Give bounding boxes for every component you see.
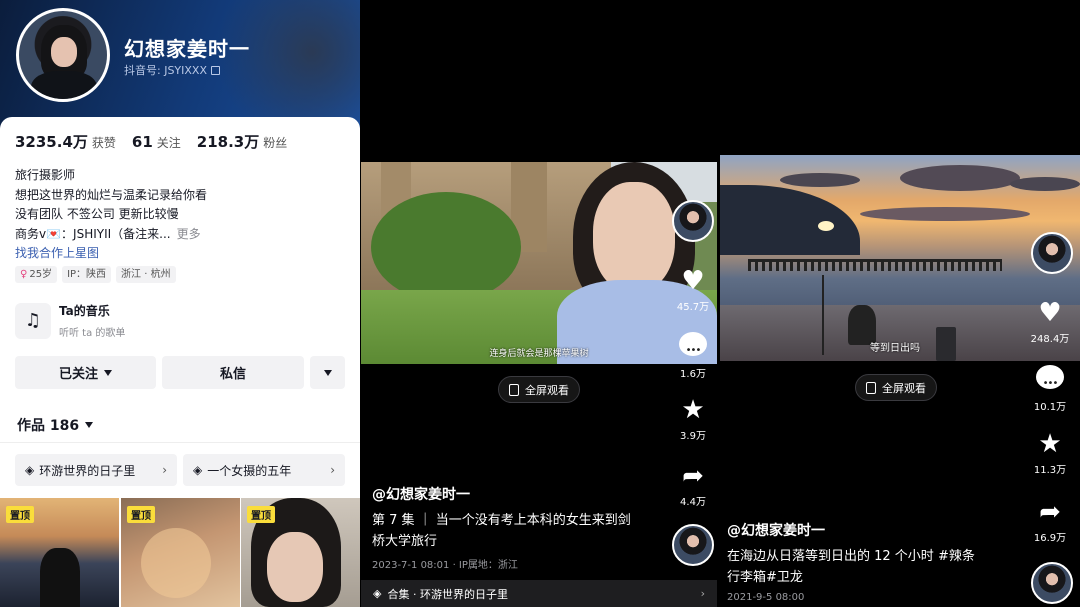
bio-line: 旅行摄影师 [15, 168, 76, 182]
douyin-id-text: 抖音号: JSYIXXX [124, 64, 207, 77]
video-subtitle: 等到日出吗 [870, 343, 920, 354]
collection-bar[interactable]: ◈ 合集 · 环游世界的日子里 › [361, 580, 717, 607]
music-subtitle: 听听 ta 的歌单 [59, 328, 126, 339]
collection-chip[interactable]: ◈ 环游世界的日子里 › [15, 454, 177, 486]
stat-likes[interactable]: 3235.4万 获赞 [15, 131, 116, 152]
caret-down-icon [85, 422, 94, 428]
star-icon: ★ [681, 395, 705, 425]
video-meta: 2021-9-5 08:00 [727, 592, 805, 603]
profile-avatar[interactable] [16, 8, 110, 102]
profile-stats: 3235.4万 获赞 61 关注 218.3万 粉丝 [15, 131, 303, 152]
layers-icon: ◈ [193, 463, 203, 477]
stat-following[interactable]: 61 关注 [132, 133, 181, 151]
pinned-badge: 置顶 [247, 506, 275, 523]
like-button[interactable]: ♥ 248.4万 [1020, 298, 1080, 345]
douyin-id: 抖音号: JSYIXXX [124, 62, 220, 78]
bio-more-link[interactable]: 更多 [177, 227, 201, 241]
caret-down-icon [104, 369, 112, 376]
author-avatar[interactable] [672, 200, 714, 242]
pinned-badge: 置顶 [6, 506, 34, 523]
music-note-icon: ♫ [15, 302, 51, 339]
comment-icon [1036, 365, 1064, 399]
share-arrow-icon: ➦ [682, 461, 704, 491]
copy-icon[interactable] [211, 66, 220, 75]
music-disc-avatar[interactable] [672, 524, 714, 566]
collection-chip[interactable]: ◈ 一个女摄的五年 › [183, 454, 345, 486]
layers-icon: ◈ [25, 463, 35, 477]
fullscreen-icon [866, 381, 876, 394]
bio-line: 没有团队 不签公司 更新比较慢 [15, 207, 179, 221]
more-options-button[interactable] [310, 356, 345, 389]
tag-age: ♀ 25岁 [15, 266, 58, 283]
divider [0, 442, 360, 443]
heart-icon: ♥ [681, 266, 705, 296]
like-button[interactable]: ♥ 45.7万 [663, 266, 723, 313]
profile-bio: 旅行摄影师 想把这世界的灿烂与温柔记录给你看 没有团队 不签公司 更新比较慢 商… [15, 166, 207, 244]
video-description: 第 7 集 ｜ 当一个没有考上本科的女生来到剑 桥大学旅行 [372, 513, 631, 549]
tag-ip: IP：陕西 [62, 266, 112, 283]
female-icon: ♀ [20, 269, 28, 280]
layers-icon: ◈ [373, 587, 382, 600]
video-thumbnail[interactable]: 置顶 [0, 498, 119, 607]
bio-line: 商务v💌：JSHIYII（备注来... 更多 [15, 226, 201, 241]
heart-icon: ♥ [1038, 298, 1062, 328]
video-author[interactable]: @幻想家姜时一 [727, 520, 825, 540]
stat-followers[interactable]: 218.3万 粉丝 [197, 131, 287, 152]
video-thumbnail[interactable]: 置顶 [241, 498, 360, 607]
fullscreen-button[interactable]: 全屏观看 [498, 376, 580, 403]
share-button[interactable]: ➦ 4.4万 [663, 461, 723, 508]
caret-down-icon [323, 369, 332, 376]
comment-button[interactable]: 10.1万 [1020, 365, 1080, 413]
music-entry[interactable]: ♫ Ta的音乐 听听 ta 的歌单 [15, 302, 125, 339]
profile-panel: 幻想家姜时一 抖音号: JSYIXXX 3235.4万 获赞 61 关注 218.3… [0, 0, 360, 607]
followed-button[interactable]: 已关注 [15, 356, 156, 389]
music-disc-avatar[interactable] [1031, 562, 1073, 604]
video-thumbnail[interactable]: 置顶 [121, 498, 240, 607]
works-tab[interactable]: 作品 186 [17, 415, 94, 435]
star-icon: ★ [1038, 429, 1062, 459]
favorite-button[interactable]: ★ 11.3万 [1020, 429, 1080, 476]
comment-button[interactable]: 1.6万 [663, 332, 723, 380]
video-description: 在海边从日落等到日出的 12 个小时 #辣条 行李箱#卫龙 [727, 549, 975, 585]
video-author[interactable]: @幻想家姜时一 [372, 484, 470, 504]
bio-line: 想把这世界的灿烂与温柔记录给你看 [15, 187, 208, 202]
share-arrow-icon: ➦ [1039, 497, 1061, 527]
pinned-badge: 置顶 [127, 506, 155, 523]
profile-tags: ♀ 25岁 IP：陕西 浙江 · 杭州 [15, 266, 176, 283]
chevron-right-icon: › [330, 463, 335, 477]
share-button[interactable]: ➦ 16.9万 [1020, 497, 1080, 544]
fullscreen-icon [509, 383, 519, 396]
screenshot-root: 幻想家姜时一 抖音号: JSYIXXX 3235.4万 获赞 61 关注 218.3… [0, 0, 1080, 607]
comment-icon [679, 332, 707, 366]
xingtu-link[interactable]: 找我合作上星图 [15, 244, 99, 261]
chevron-right-icon: › [700, 587, 705, 600]
video-meta: 2023-7-1 08:01 · IP属地：浙江 [372, 560, 518, 571]
tag-location: 浙江 · 杭州 [116, 266, 176, 283]
favorite-button[interactable]: ★ 3.9万 [663, 395, 723, 442]
fullscreen-button[interactable]: 全屏观看 [855, 374, 937, 401]
message-button[interactable]: 私信 [162, 356, 304, 389]
music-title: Ta的音乐 [59, 304, 110, 318]
chevron-right-icon: › [162, 463, 167, 477]
profile-name: 幻想家姜时一 [124, 37, 250, 61]
author-avatar[interactable] [1031, 232, 1073, 274]
